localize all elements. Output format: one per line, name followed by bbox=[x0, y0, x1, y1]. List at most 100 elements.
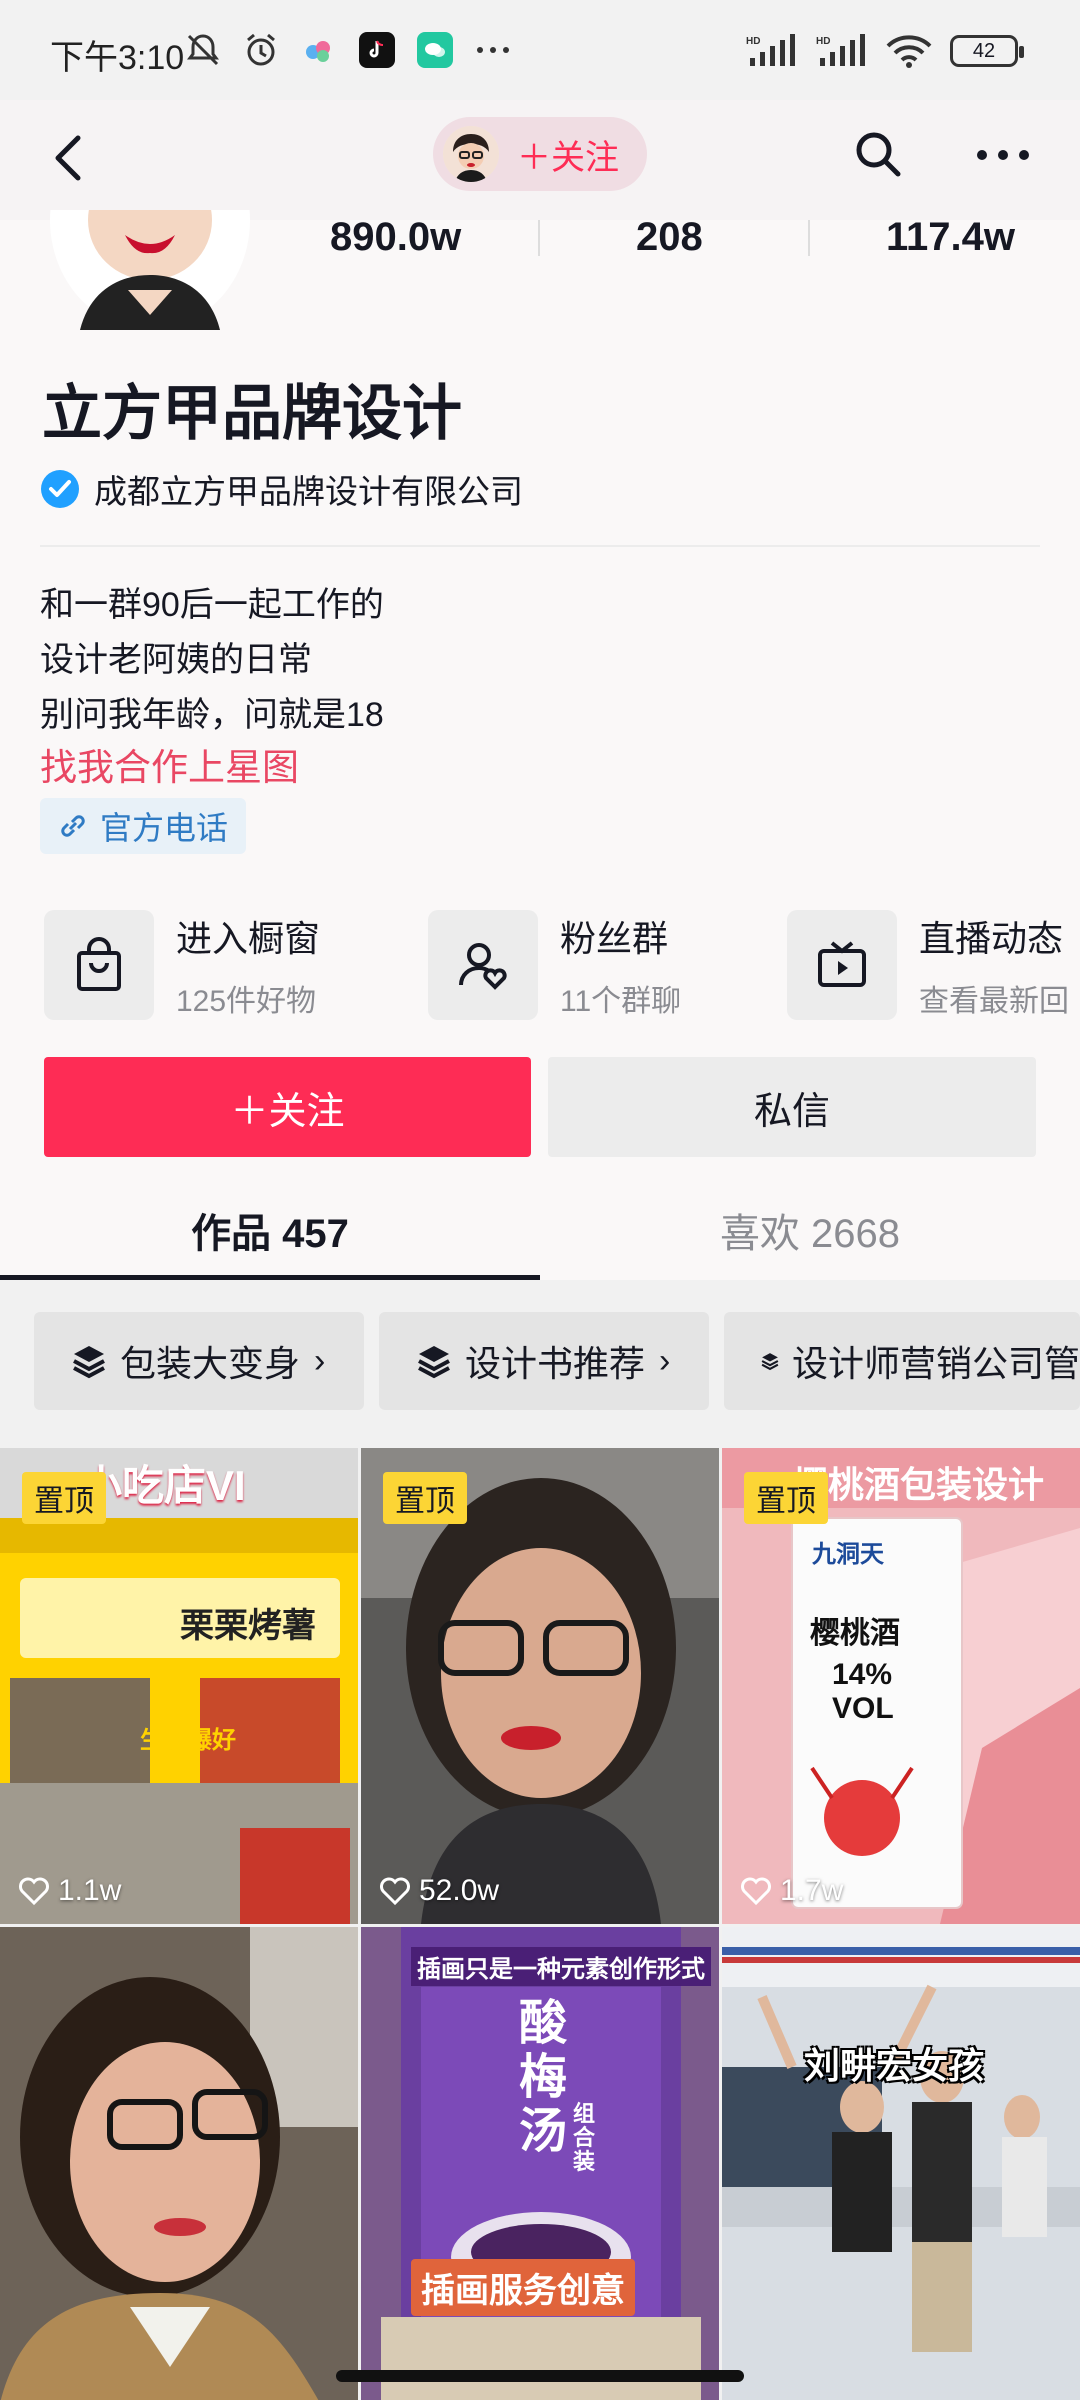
bio-line: 设计老阿姨的日常 bbox=[40, 641, 312, 679]
heart-icon bbox=[380, 1877, 410, 1906]
svg-text:HD: HD bbox=[746, 36, 760, 47]
back-button[interactable] bbox=[40, 128, 100, 188]
heart-icon bbox=[741, 1877, 771, 1906]
message-button[interactable]: 私信 bbox=[548, 1057, 1036, 1157]
verification-row[interactable]: 成都立方甲品牌设计有限公司 bbox=[40, 465, 523, 513]
header-follow-label: ＋关注 bbox=[517, 138, 619, 177]
link-icon bbox=[61, 815, 85, 837]
more-button[interactable] bbox=[970, 130, 1036, 180]
more-dots-icon bbox=[475, 32, 511, 68]
service-icon-box bbox=[787, 910, 897, 1020]
profile-bio: 和一群90后一起工作的 设计老阿姨的日常 别问我年龄，问就是18 找我合作上星图 bbox=[40, 578, 384, 793]
video-card[interactable]: 刘畊宏女孩 bbox=[722, 1927, 1080, 2400]
video-card[interactable]: 置顶 52.0w bbox=[361, 1448, 719, 1924]
search-button[interactable] bbox=[848, 124, 908, 184]
cloud-app-icon bbox=[301, 32, 337, 68]
bio-line: 别问我年龄，问就是18 bbox=[40, 696, 384, 734]
chevron-left-icon bbox=[55, 135, 81, 181]
video-grid: 小吃店VI 栗栗烤薯 生意爆好 置顶 1.1w 置顶 52.0w 樱桃酒包装设计… bbox=[0, 1448, 1080, 2400]
service-title: 粉丝群 bbox=[560, 918, 669, 959]
collection-label: 设计师营销公司管 bbox=[791, 1343, 1080, 1384]
home-indicator[interactable] bbox=[336, 2370, 744, 2382]
layers-icon bbox=[73, 1346, 105, 1379]
shop-sign-text: 栗栗烤薯 bbox=[180, 1607, 316, 1645]
like-count: 1.7w bbox=[740, 1874, 843, 1908]
video-card[interactable]: 插画只是一种元素创作形式 酸梅汤 组合装 插画服务创意 bbox=[361, 1927, 719, 2400]
collection-label: 包装大变身 bbox=[120, 1343, 301, 1384]
wifi-icon bbox=[886, 35, 932, 68]
service-subtitle: 11个群聊 bbox=[560, 985, 682, 1018]
service-shop-window[interactable]: 进入橱窗 125件好物 bbox=[44, 910, 320, 1020]
official-phone-tag[interactable]: 官方电话 bbox=[40, 798, 247, 854]
service-fans-group[interactable]: 粉丝群 11个群聊 bbox=[428, 910, 681, 1020]
service-live-updates[interactable]: 直播动态 查看最新回 bbox=[787, 910, 1069, 1020]
status-system-icons: HD HD 42 bbox=[746, 34, 1024, 68]
official-phone-label: 官方电话 bbox=[100, 810, 229, 846]
stat-following[interactable]: 208 bbox=[636, 215, 703, 260]
follow-button[interactable]: ＋关注 bbox=[44, 1057, 531, 1157]
like-count-value: 1.1w bbox=[58, 1874, 122, 1907]
video-caption: 刘畊宏女孩 bbox=[804, 2045, 985, 2086]
signal-hd-icon: HD bbox=[746, 34, 795, 66]
service-subtitle: 查看最新回 bbox=[919, 985, 1069, 1018]
alarm-icon bbox=[243, 32, 279, 68]
tab-works[interactable]: 作品 457 bbox=[0, 1185, 540, 1275]
profile-name: 立方甲品牌设计 bbox=[42, 380, 462, 447]
video-caption: 插画服务创意 bbox=[411, 2259, 635, 2316]
bag-icon bbox=[77, 937, 121, 991]
avatar bbox=[443, 126, 499, 182]
service-subtitle: 125件好物 bbox=[176, 985, 317, 1018]
status-bar: 下午3:10 HD HD 42 bbox=[0, 0, 1080, 100]
wechat-app-icon bbox=[417, 32, 453, 68]
stat-likes[interactable]: 890.0w bbox=[330, 215, 461, 260]
video-caption: 生意爆好 bbox=[140, 1727, 236, 1754]
status-time: 下午3:10 bbox=[50, 39, 185, 77]
service-title: 进入橱窗 bbox=[176, 918, 321, 959]
header-follow-button[interactable]: ＋关注 bbox=[433, 117, 647, 191]
chevron-right-icon: › bbox=[659, 1341, 671, 1380]
like-count: 52.0w bbox=[379, 1874, 499, 1908]
tv-icon bbox=[818, 941, 866, 987]
product-subtitle: 组合装 bbox=[573, 2101, 596, 2174]
bio-link[interactable]: 找我合作上星图 bbox=[40, 743, 384, 793]
verified-company: 成都立方甲品牌设计有限公司 bbox=[94, 473, 523, 510]
video-card[interactable]: 樱桃酒包装设计 九洞天 樱桃酒 14% VOL 置顶 1.7w bbox=[722, 1448, 1080, 1924]
video-card[interactable] bbox=[0, 1927, 358, 2400]
collection-chip[interactable]: 包装大变身 › bbox=[34, 1312, 364, 1410]
profile-section: 890.0w 208 117.4w 立方甲品牌设计 成都立方甲品牌设计有限公司 … bbox=[0, 210, 1080, 1281]
abv-text: 14% VOL bbox=[832, 1658, 894, 1725]
divider bbox=[40, 545, 1040, 547]
collection-chip[interactable]: 设计书推荐 › bbox=[379, 1312, 709, 1410]
video-title-overlay: 樱桃酒包装设计 bbox=[792, 1464, 1045, 1505]
mute-icon bbox=[185, 32, 221, 68]
battery-icon: 42 bbox=[950, 35, 1024, 67]
video-card[interactable]: 小吃店VI 栗栗烤薯 生意爆好 置顶 1.1w bbox=[0, 1448, 358, 1924]
search-icon bbox=[856, 132, 901, 177]
service-icon-box bbox=[428, 910, 538, 1020]
like-count-value: 1.7w bbox=[780, 1874, 844, 1907]
brand-text: 九洞天 bbox=[812, 1541, 884, 1568]
layers-icon bbox=[761, 1353, 779, 1371]
video-thumbnail bbox=[0, 1927, 358, 2400]
bio-line: 和一群90后一起工作的 bbox=[40, 586, 384, 624]
video-thumbnail bbox=[722, 1927, 1080, 2400]
signal-hd-icon: HD bbox=[816, 34, 865, 66]
stat-followers[interactable]: 117.4w bbox=[886, 215, 1015, 260]
like-count-value: 52.0w bbox=[419, 1874, 500, 1907]
tab-likes[interactable]: 喜欢 2668 bbox=[540, 1185, 1080, 1275]
profile-stats: 890.0w 208 117.4w bbox=[330, 215, 1080, 260]
pinned-badge: 置顶 bbox=[383, 1472, 467, 1524]
like-count: 1.1w bbox=[18, 1874, 121, 1908]
collections-row: 包装大变身 › 设计书推荐 › 设计师营销公司管 bbox=[0, 1280, 1080, 1450]
content-tabs: 作品 457 喜欢 2668 bbox=[0, 1185, 1080, 1280]
heart-icon bbox=[19, 1877, 49, 1906]
fans-group-icon bbox=[459, 943, 507, 990]
douyin-app-icon bbox=[359, 32, 395, 68]
chevron-right-icon: › bbox=[314, 1341, 326, 1380]
status-notification-icons bbox=[185, 32, 511, 68]
collection-chip[interactable]: 设计师营销公司管 bbox=[724, 1312, 1080, 1410]
video-title-overlay: 插画只是一种元素创作形式 bbox=[411, 1947, 711, 1986]
collection-label: 设计书推荐 bbox=[465, 1343, 646, 1384]
more-icon bbox=[977, 150, 1029, 160]
profile-avatar[interactable] bbox=[40, 210, 260, 330]
